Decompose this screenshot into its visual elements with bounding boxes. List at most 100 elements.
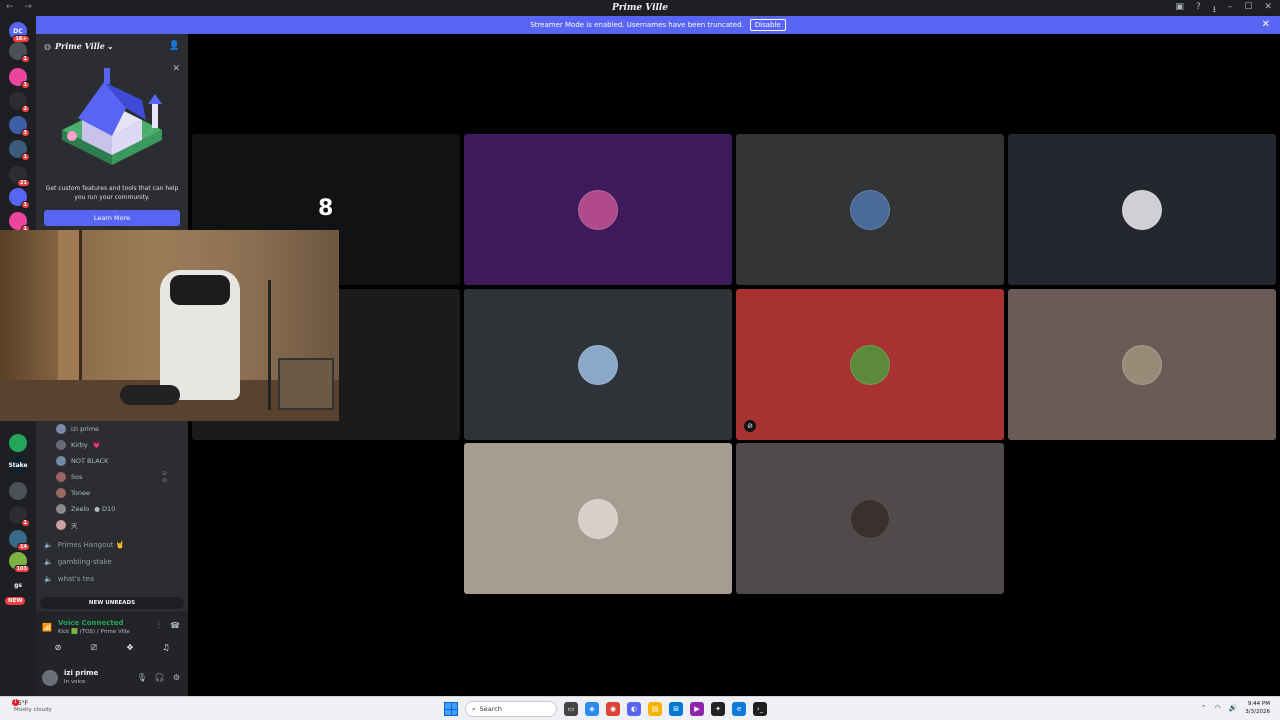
- participant-tile[interactable]: [1008, 134, 1276, 285]
- server-icon-3[interactable]: 2: [9, 92, 30, 113]
- copilot-icon[interactable]: ◈: [585, 702, 599, 716]
- server-mention-badge: 1: [20, 519, 30, 527]
- participant-tile[interactable]: [464, 289, 732, 440]
- channel-name: Primes Hangout 🤘: [57, 541, 125, 549]
- user-status: In voice: [64, 679, 86, 685]
- disconnect-icon[interactable]: ☎: [170, 621, 180, 631]
- server-icon-5[interactable]: 1: [9, 140, 30, 161]
- server-icon-1[interactable]: 1: [9, 42, 30, 63]
- clock-time: 9:44 PM: [1247, 701, 1270, 707]
- screen-share-icon[interactable]: ⎚: [79, 643, 109, 657]
- participant-tile[interactable]: [464, 443, 732, 594]
- voice-member[interactable]: Kirby 💗: [56, 438, 101, 452]
- server-icon-6[interactable]: 21: [9, 166, 30, 187]
- signal-icon[interactable]: 📶: [42, 623, 52, 632]
- member-avatar: [56, 504, 66, 514]
- member-avatar: [56, 488, 66, 498]
- camera-off-icon[interactable]: ⊘: [43, 643, 73, 657]
- member-avatar: [56, 456, 66, 466]
- participant-avatar: [850, 344, 890, 385]
- stream-overlay-digit: 8: [318, 196, 334, 221]
- voice-channel[interactable]: 🔈 Primes Hangout 🤘: [44, 538, 124, 552]
- server-icon-11[interactable]: [9, 482, 27, 500]
- terminal-icon[interactable]: ›_: [753, 702, 767, 716]
- user-avatar[interactable]: [42, 670, 58, 686]
- clock[interactable]: 9:44 PM 3/3/2026: [1245, 700, 1270, 716]
- weather-widget[interactable]: 1 55°F Mostly cloudy: [12, 699, 52, 713]
- server-icon-14[interactable]: 103: [9, 552, 30, 573]
- taskbar-search[interactable]: ⌕ Search: [465, 701, 557, 717]
- server-mention-badge: 1: [20, 201, 30, 209]
- voice-member[interactable]: Zeelo ● D10: [56, 502, 115, 516]
- voice-controls: ⫶ ☎: [158, 621, 180, 631]
- server-icon-15[interactable]: gs: [9, 576, 27, 594]
- server-icon-9[interactable]: [9, 434, 27, 452]
- participant-tile[interactable]: [736, 443, 1004, 594]
- game-app-icon[interactable]: ✦: [711, 702, 725, 716]
- user-name[interactable]: izi prime: [64, 669, 98, 677]
- noise-suppression-icon[interactable]: ⫶: [158, 621, 160, 631]
- participant-tile[interactable]: [736, 134, 1004, 285]
- voice-channel-name[interactable]: Kick 🟩 (TOS) / Prime Ville: [58, 629, 130, 635]
- server-icon-2[interactable]: 1: [9, 68, 30, 89]
- headphones-icon[interactable]: 🎧: [155, 673, 165, 682]
- door: [58, 230, 82, 390]
- window-title: Prime Ville: [611, 3, 669, 13]
- edge-icon[interactable]: e: [732, 702, 746, 716]
- tray-chevron-icon[interactable]: ⌃: [1201, 704, 1207, 712]
- muted-deafened-icon: ⊘ ⊘: [162, 470, 168, 484]
- server-mention-badge: 3: [20, 129, 30, 137]
- server-icon-7[interactable]: 1: [9, 188, 30, 209]
- voice-member[interactable]: 天: [56, 518, 83, 532]
- server-icon-13[interactable]: 14: [9, 530, 30, 551]
- shelf: [278, 358, 334, 410]
- file-explorer-icon[interactable]: ▤: [648, 702, 662, 716]
- server-icon-8[interactable]: 1: [9, 212, 30, 233]
- close-banner-icon[interactable]: ✕: [1262, 19, 1270, 30]
- microphone-icon[interactable]: 🎙: [137, 673, 147, 682]
- server-header[interactable]: ◍ Prime Ville ⌄ 👤: [36, 34, 188, 58]
- voice-member[interactable]: Tonee: [56, 486, 95, 500]
- participant-avatar: [850, 498, 890, 539]
- task-view-icon[interactable]: ▭: [564, 702, 578, 716]
- voice-member[interactable]: izi prime: [56, 422, 104, 436]
- disable-streamer-mode-button[interactable]: Disable: [749, 19, 786, 31]
- participant-tile[interactable]: [464, 134, 732, 285]
- wifi-icon[interactable]: ◠: [1214, 704, 1220, 712]
- invite-people-icon[interactable]: 👤: [169, 41, 180, 51]
- activities-icon[interactable]: ✥: [115, 643, 145, 657]
- media-app-icon[interactable]: ▶: [690, 702, 704, 716]
- server-icon-0[interactable]: DC 1K+: [9, 22, 30, 43]
- server-mention-badge: 21: [17, 179, 30, 187]
- server-icon-4[interactable]: 3: [9, 116, 30, 137]
- server-label: DC: [13, 27, 23, 35]
- voice-member[interactable]: NOT BLACK: [56, 454, 113, 468]
- soundboard-icon[interactable]: ♫: [151, 643, 181, 657]
- volume-icon[interactable]: 🔊: [1229, 704, 1238, 712]
- new-servers-pill[interactable]: NEW: [5, 597, 26, 605]
- participant-tile[interactable]: ⊘: [736, 289, 1004, 440]
- windows-taskbar: 1 55°F Mostly cloudy ⌕ Search ▭ ◈ ◉ ◐ ▤ …: [0, 696, 1280, 720]
- settings-gear-icon[interactable]: ⚙: [173, 673, 180, 682]
- participant-tile[interactable]: [1008, 289, 1276, 440]
- discord-app-icon[interactable]: ◐: [627, 702, 641, 716]
- start-button[interactable]: [444, 702, 458, 716]
- voice-channel[interactable]: 🔈 what's tea: [44, 572, 94, 586]
- server-icon-12[interactable]: 1: [9, 506, 30, 527]
- voice-channel[interactable]: 🔈 gambling-stake: [44, 555, 112, 569]
- server-icon-10[interactable]: Stake: [8, 456, 28, 474]
- store-icon[interactable]: ⊞: [669, 702, 683, 716]
- server-icon: ◍: [44, 41, 51, 51]
- member-name: Sos: [71, 473, 83, 481]
- voice-status[interactable]: Voice Connected: [58, 619, 124, 627]
- server-label: gs: [14, 581, 22, 589]
- learn-more-button[interactable]: Learn More: [44, 210, 180, 226]
- server-mention-badge: 14: [17, 543, 30, 551]
- chrome-icon[interactable]: ◉: [606, 702, 620, 716]
- speaker-icon: 🔈: [44, 558, 53, 566]
- new-unreads-bar[interactable]: NEW UNREADS: [40, 597, 184, 609]
- server-mention-badge: 2: [20, 105, 30, 113]
- member-avatar: [56, 440, 66, 450]
- voice-member[interactable]: Sos ⊘ ⊘: [56, 470, 167, 484]
- voice-action-buttons: ⊘ ⎚ ✥ ♫: [40, 643, 184, 657]
